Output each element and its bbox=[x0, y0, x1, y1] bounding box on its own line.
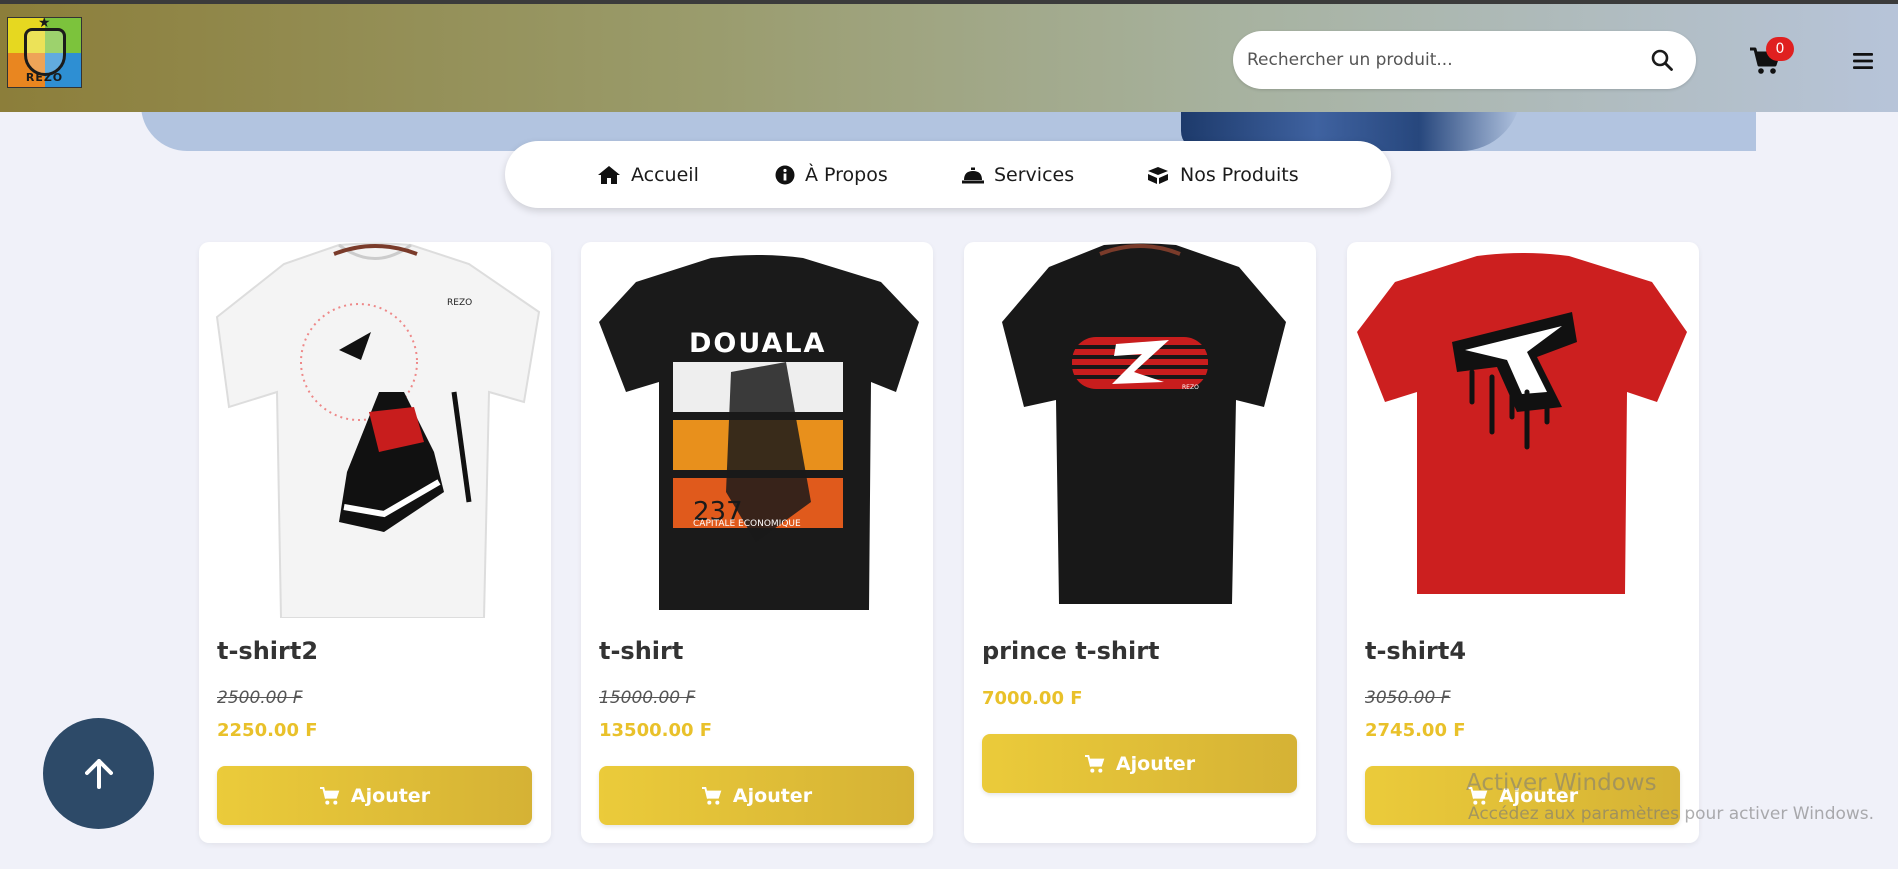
product-image[interactable]: REZO bbox=[964, 242, 1316, 618]
add-to-cart-label: Ajouter bbox=[732, 784, 813, 807]
add-to-cart-button[interactable]: Ajouter bbox=[217, 766, 532, 825]
cart-icon bbox=[1084, 754, 1105, 773]
product-price: 13500.00 F bbox=[599, 720, 713, 741]
product-card[interactable]: REZO t-shirt2 2500.00 F 2250.00 F Ajoute… bbox=[199, 242, 551, 843]
product-card[interactable]: DOUALA 237 CAPITALE ECONOMIQUE t-shirt 1… bbox=[581, 242, 933, 843]
svg-text:REZO: REZO bbox=[447, 298, 472, 308]
bell-icon bbox=[962, 167, 984, 183]
logo-crest-icon bbox=[24, 18, 66, 76]
add-to-cart-button[interactable]: Ajouter bbox=[982, 734, 1297, 793]
page: REZO 0 Accueil bbox=[0, 0, 1898, 869]
nav-item-accueil[interactable]: Accueil bbox=[597, 141, 699, 208]
search-icon[interactable] bbox=[1650, 48, 1674, 72]
arrow-up-icon bbox=[84, 758, 113, 789]
product-old-price: 3050.00 F bbox=[1365, 688, 1451, 708]
product-old-price: 2500.00 F bbox=[217, 688, 303, 708]
windows-watermark-title: Activer Windows bbox=[1466, 770, 1657, 796]
svg-text:REZO: REZO bbox=[1182, 384, 1199, 391]
add-to-cart-button[interactable]: Ajouter bbox=[599, 766, 914, 825]
main-nav: Accueil À Propos Services Nos Produits bbox=[505, 141, 1391, 208]
windows-watermark-text: Accédez aux paramètres pour activer Wind… bbox=[1468, 804, 1875, 824]
nav-label: Services bbox=[994, 163, 1075, 186]
box-icon bbox=[1148, 166, 1168, 184]
nav-item-a-propos[interactable]: À Propos bbox=[775, 141, 888, 208]
product-old-price: 15000.00 F bbox=[599, 688, 696, 708]
product-price: 7000.00 F bbox=[982, 688, 1083, 709]
product-image[interactable]: DOUALA 237 CAPITALE ECONOMIQUE bbox=[581, 242, 933, 618]
site-header: REZO 0 bbox=[0, 4, 1898, 112]
print-douala: DOUALA bbox=[689, 328, 826, 359]
nav-label: Accueil bbox=[631, 163, 699, 186]
search-input[interactable] bbox=[1247, 31, 1647, 89]
product-name: t-shirt4 bbox=[1365, 637, 1467, 665]
add-to-cart-label: Ajouter bbox=[1115, 752, 1196, 775]
product-price: 2745.00 F bbox=[1365, 720, 1466, 741]
print-tagline: CAPITALE ECONOMIQUE bbox=[693, 519, 801, 529]
nav-label: À Propos bbox=[805, 163, 888, 186]
add-to-cart-label: Ajouter bbox=[350, 784, 431, 807]
back-to-top-button[interactable] bbox=[43, 718, 154, 829]
info-icon bbox=[775, 165, 795, 184]
nav-item-services[interactable]: Services bbox=[962, 141, 1074, 208]
product-name: prince t-shirt bbox=[982, 637, 1160, 665]
product-price: 2250.00 F bbox=[217, 720, 318, 741]
home-icon bbox=[598, 165, 620, 184]
nav-item-nos-produits[interactable]: Nos Produits bbox=[1146, 141, 1299, 208]
cart-icon bbox=[319, 786, 340, 805]
product-name: t-shirt2 bbox=[217, 637, 319, 665]
product-image[interactable] bbox=[1347, 242, 1699, 618]
nav-label: Nos Produits bbox=[1180, 163, 1299, 186]
product-image[interactable]: REZO bbox=[199, 242, 551, 618]
cart-count-badge: 0 bbox=[1766, 37, 1794, 61]
hamburger-menu-icon[interactable] bbox=[1853, 53, 1873, 69]
product-card[interactable]: t-shirt4 3050.00 F 2745.00 F Ajouter bbox=[1347, 242, 1699, 843]
product-card[interactable]: REZO prince t-shirt 7000.00 F Ajouter bbox=[964, 242, 1316, 843]
cart-icon bbox=[701, 786, 722, 805]
site-logo[interactable]: REZO bbox=[7, 17, 82, 88]
search-bar bbox=[1233, 31, 1696, 89]
product-name: t-shirt bbox=[599, 637, 684, 665]
logo-text: REZO bbox=[25, 71, 64, 84]
